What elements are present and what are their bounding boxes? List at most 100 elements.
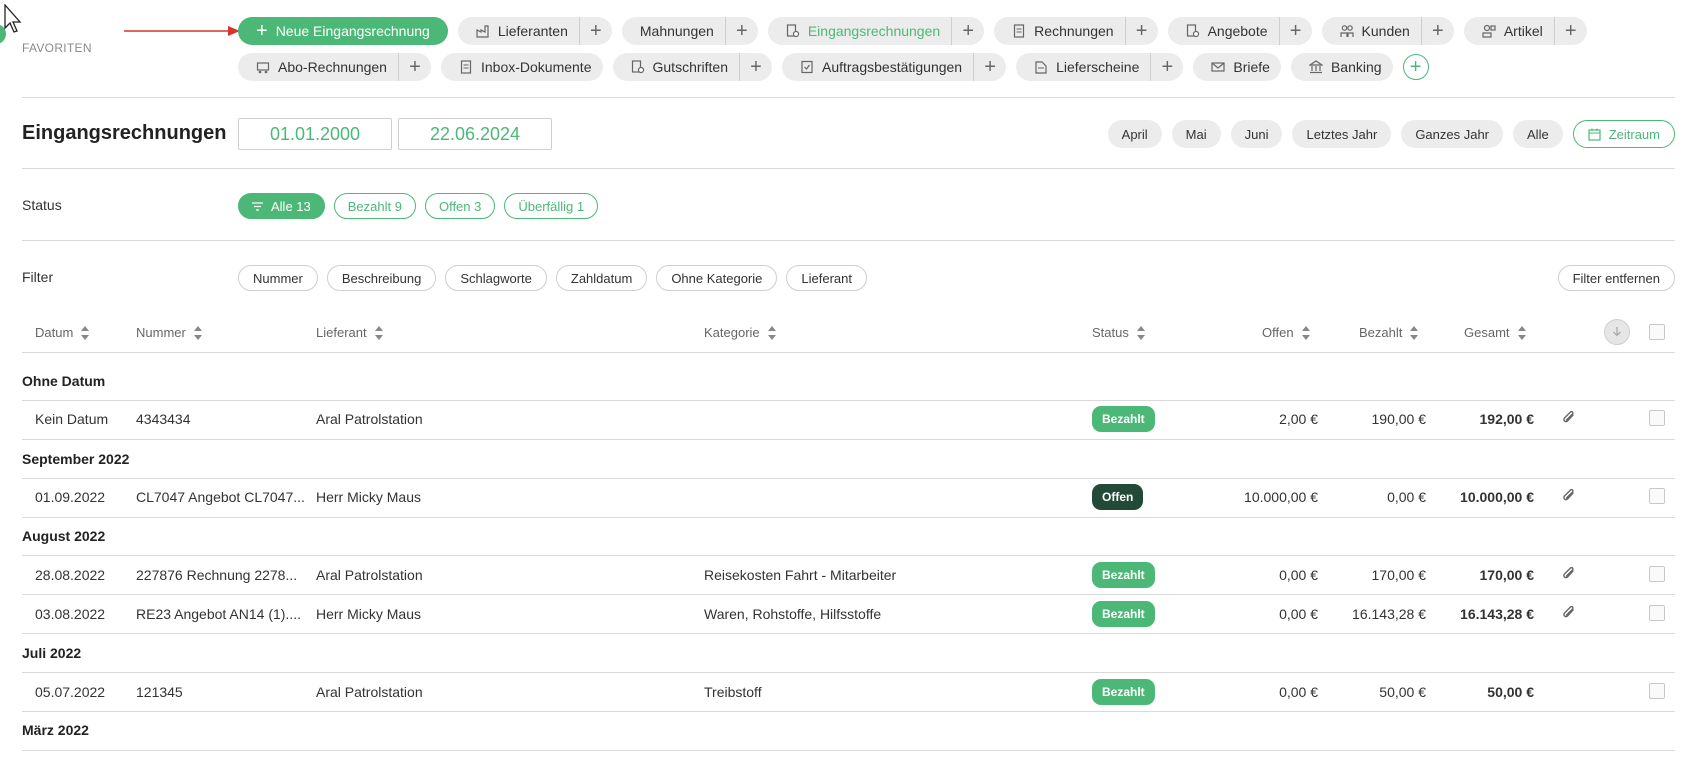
fav-add-kunden-button[interactable]: + — [1420, 17, 1454, 45]
row-checkbox[interactable] — [1649, 410, 1665, 426]
fav-link-kunden[interactable]: Kunden — [1322, 17, 1421, 45]
date-from-input[interactable]: 01.01.2000 — [238, 118, 392, 150]
period-juni-button[interactable]: Juni — [1230, 120, 1283, 148]
column-header-lieferant[interactable]: Lieferant — [316, 325, 383, 340]
fav-link-abo-rechnungen[interactable]: Abo-Rechnungen — [238, 53, 398, 81]
remove-filter-button[interactable]: Filter entfernen — [1557, 265, 1675, 291]
fav-link-banking[interactable]: Banking — [1291, 53, 1393, 81]
fav-chip-briefe[interactable]: Briefe — [1193, 53, 1281, 81]
fav-add-artikel-button[interactable]: + — [1553, 17, 1587, 45]
divider — [22, 594, 1675, 595]
fav-chip-artikel[interactable]: Artikel + — [1463, 17, 1587, 45]
fav-add-auftragsbestaetigungen-button[interactable]: + — [973, 53, 1006, 81]
fav-chip-lieferscheine[interactable]: Lieferscheine + — [1016, 53, 1184, 81]
add-favorite-button[interactable]: + — [1402, 54, 1429, 80]
fav-add-eingangsrechnungen-button[interactable]: + — [951, 17, 984, 45]
period-custom-button[interactable]: Zeitraum — [1572, 120, 1675, 148]
status-open-button[interactable]: Offen 3 — [424, 193, 496, 219]
select-all-checkbox[interactable] — [1649, 324, 1665, 340]
fav-link-inbox-dokumente[interactable]: Inbox-Dokumente — [441, 53, 603, 81]
cell-kategorie: Reisekosten Fahrt - Mitarbeiter — [704, 567, 897, 583]
divider — [22, 439, 1675, 440]
column-header-kategorie[interactable]: Kategorie — [704, 325, 776, 340]
fav-link-artikel[interactable]: Artikel — [1464, 17, 1554, 45]
filter-description-button[interactable]: Beschreibung — [326, 265, 437, 291]
paperclip-icon[interactable] — [1562, 488, 1576, 504]
column-header-offen[interactable]: Offen — [1262, 325, 1310, 340]
paperclip-icon[interactable] — [1562, 410, 1576, 426]
cell-offen: 10.000,00 € — [1244, 489, 1318, 505]
column-header-datum[interactable]: Datum — [35, 325, 90, 340]
row-checkbox[interactable] — [1649, 605, 1665, 621]
divider — [22, 97, 1675, 98]
fav-add-lieferanten-button[interactable]: + — [578, 17, 612, 45]
date-to-input[interactable]: 22.06.2024 — [398, 118, 552, 150]
fav-chip-auftragsbestaetigungen[interactable]: Auftragsbestätigungen + — [781, 53, 1007, 81]
row-checkbox[interactable] — [1649, 683, 1665, 699]
divider — [22, 633, 1675, 634]
fav-link-gutschriften[interactable]: Gutschriften — [613, 53, 739, 81]
fav-link-mahnungen[interactable]: Mahnungen — [622, 17, 725, 45]
fav-link-lieferscheine[interactable]: Lieferscheine — [1016, 53, 1150, 81]
download-button[interactable] — [1604, 319, 1630, 345]
period-custom-label: Zeitraum — [1608, 126, 1660, 142]
fav-chip-gutschriften[interactable]: Gutschriften + — [612, 53, 772, 81]
fav-link-auftragsbestaetigungen[interactable]: Auftragsbestätigungen — [782, 53, 973, 81]
fav-chip-banking[interactable]: Banking — [1290, 53, 1393, 81]
status-overdue-button[interactable]: Überfällig 1 — [504, 193, 599, 219]
fav-chip-abo-rechnungen[interactable]: Abo-Rechnungen + — [238, 53, 431, 81]
customers-icon — [1339, 25, 1354, 37]
fav-label: Inbox-Dokumente — [480, 59, 592, 75]
fav-chip-angebote[interactable]: Angebote + — [1167, 17, 1312, 45]
cell-nummer[interactable]: 121345 — [136, 684, 183, 700]
filter-supplier-button[interactable]: Lieferant — [786, 265, 867, 291]
cell-nummer[interactable]: CL7047 Angebot CL7047... — [136, 489, 305, 505]
paperclip-icon[interactable] — [1562, 605, 1576, 621]
filter-number-button[interactable]: Nummer — [238, 265, 318, 291]
filter-no-category-button[interactable]: Ohne Kategorie — [656, 265, 778, 291]
fav-link-angebote[interactable]: Angebote — [1168, 17, 1279, 45]
fav-link-eingangsrechnungen[interactable]: Eingangsrechnungen — [768, 17, 951, 45]
fav-chip-kunden[interactable]: Kunden + — [1321, 17, 1454, 45]
fav-add-abo-rechnungen-button[interactable]: + — [397, 53, 431, 81]
row-checkbox[interactable] — [1649, 488, 1665, 504]
fav-chip-mahnungen[interactable]: Mahnungen + — [621, 17, 758, 45]
fav-add-gutschriften-button[interactable]: + — [738, 53, 772, 81]
bank-icon — [1308, 60, 1323, 74]
cell-nummer[interactable]: 227876 Rechnung 2278... — [136, 567, 297, 583]
fav-chip-lieferanten[interactable]: Lieferanten + — [457, 17, 612, 45]
fav-link-briefe[interactable]: Briefe — [1193, 53, 1281, 81]
fav-add-rechnungen-button[interactable]: + — [1124, 17, 1158, 45]
status-all-button[interactable]: Alle 13 — [238, 193, 325, 219]
period-april-button[interactable]: April — [1107, 120, 1162, 148]
row-checkbox[interactable] — [1649, 566, 1665, 582]
column-header-nummer[interactable]: Nummer — [136, 325, 202, 340]
fav-chip-eingangsrechnungen[interactable]: Eingangsrechnungen + — [767, 17, 985, 45]
cell-lieferant: Aral Patrolstation — [316, 411, 423, 427]
status-badge: Offen — [1092, 484, 1144, 510]
fav-link-lieferanten[interactable]: Lieferanten — [458, 17, 579, 45]
column-header-gesamt[interactable]: Gesamt — [1464, 325, 1526, 340]
period-whole-year-button[interactable]: Ganzes Jahr — [1401, 120, 1504, 148]
paperclip-icon[interactable] — [1562, 566, 1576, 582]
new-incoming-invoice-button[interactable]: + Neue Eingangsrechnung — [238, 17, 448, 45]
sort-icon — [374, 325, 383, 340]
fav-add-angebote-button[interactable]: + — [1278, 17, 1312, 45]
cell-datum: Kein Datum — [35, 411, 109, 427]
cell-nummer[interactable]: 4343434 — [136, 411, 191, 427]
column-header-status[interactable]: Status — [1092, 325, 1145, 340]
filter-tags-button[interactable]: Schlagworte — [445, 265, 547, 291]
cell-gesamt: 170,00 € — [1479, 567, 1535, 583]
period-mai-button[interactable]: Mai — [1171, 120, 1221, 148]
period-all-button[interactable]: Alle — [1513, 120, 1563, 148]
cell-nummer[interactable]: RE23 Angebot AN14 (1).... — [136, 606, 301, 622]
fav-chip-inbox-dokumente[interactable]: Inbox-Dokumente — [440, 53, 603, 81]
fav-add-lieferscheine-button[interactable]: + — [1150, 53, 1183, 81]
filter-payment-date-button[interactable]: Zahldatum — [555, 265, 648, 291]
fav-chip-rechnungen[interactable]: Rechnungen + — [994, 17, 1158, 45]
status-paid-button[interactable]: Bezahlt 9 — [333, 193, 416, 219]
fav-link-rechnungen[interactable]: Rechnungen — [994, 17, 1124, 45]
period-last-year-button[interactable]: Letztes Jahr — [1292, 120, 1392, 148]
column-header-bezahlt[interactable]: Bezahlt — [1359, 325, 1419, 340]
fav-add-mahnungen-button[interactable]: + — [724, 17, 758, 45]
